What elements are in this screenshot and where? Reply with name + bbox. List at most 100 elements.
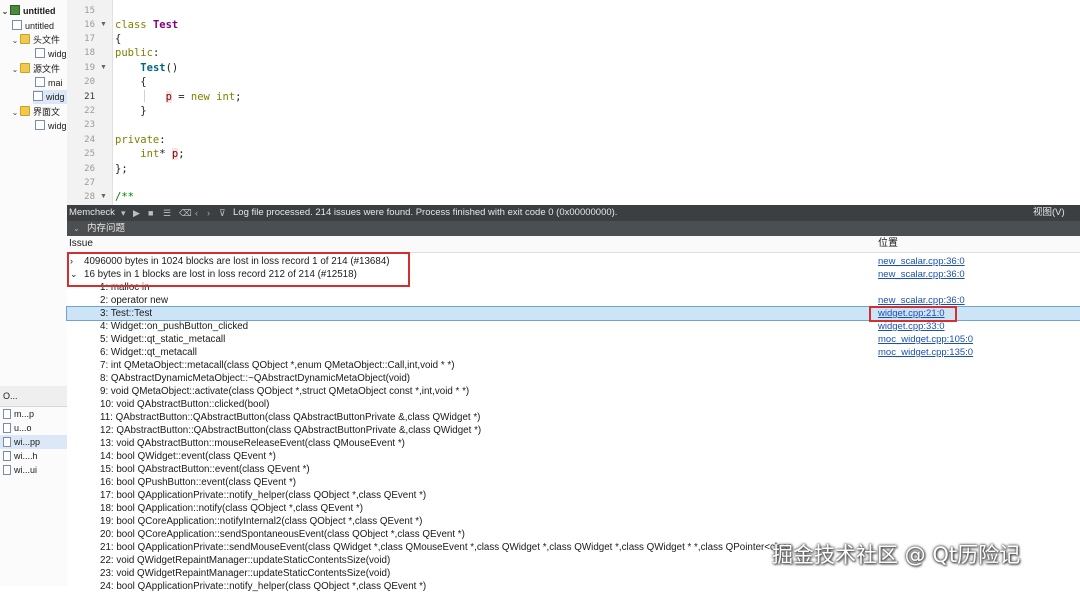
issue-record[interactable]: › 4096000 bytes in 1024 blocks are lost …	[67, 255, 1080, 268]
frame-text: 15: bool QAbstractButton::event(class QE…	[100, 464, 310, 475]
stack-frame-row[interactable]: 12: QAbstractButton::QAbstractButton(cla…	[67, 424, 1080, 437]
code-line: Test()	[140, 62, 179, 74]
column-location[interactable]: 位置	[878, 236, 898, 252]
frame-location-link[interactable]: moc_widget.cpp:105:0	[878, 333, 973, 346]
file-icon	[3, 451, 11, 461]
folder-icon	[20, 34, 30, 44]
tool-selector[interactable]: Memcheck	[69, 205, 115, 221]
previous-icon[interactable]: ‹	[195, 205, 198, 221]
tree-source-main[interactable]: mai	[35, 76, 63, 90]
folder-icon	[20, 106, 30, 116]
stack-frame-row[interactable]: 3: Test::Test widget.cpp:21:0	[66, 306, 1080, 321]
stack-frame-row[interactable]: 9: void QMetaObject::activate(class QObj…	[67, 385, 1080, 398]
stack-frame-row[interactable]: 2: operator new new_scalar.cpp:36:0	[67, 294, 1080, 307]
frame-text: 10: void QAbstractButton::clicked(bool)	[100, 399, 270, 410]
stack-frame-row[interactable]: 17: bool QApplicationPrivate::notify_hel…	[67, 489, 1080, 502]
code-line: };	[115, 163, 128, 175]
fold-marker-icon[interactable]: ▼	[100, 61, 107, 75]
frame-text: 14: bool QWidget::event(class QEvent *)	[100, 451, 276, 462]
doc-label: wi...ui	[14, 465, 38, 475]
frame-text: 16: bool QPushButton::event(class QEvent…	[100, 477, 297, 488]
line-number: 25	[84, 149, 95, 159]
chevron-right-icon[interactable]: ›	[70, 255, 73, 268]
open-doc-item[interactable]: m...p	[0, 407, 67, 421]
code-line: /**	[115, 191, 134, 203]
project-icon	[10, 5, 20, 15]
fold-marker-icon[interactable]: ▼	[100, 190, 107, 204]
frame-text: 1: malloc in	[100, 282, 150, 293]
tab-memory-issues[interactable]: 内存问题	[87, 221, 125, 236]
folder-icon	[20, 63, 30, 73]
open-doc-item[interactable]: wi...pp	[0, 435, 67, 449]
stack-frame-row[interactable]: 10: void QAbstractButton::clicked(bool)	[67, 398, 1080, 411]
stack-frame-row[interactable]: 18: bool QApplication::notify(class QObj…	[67, 502, 1080, 515]
stack-frame-row[interactable]: 5: Widget::qt_static_metacall moc_widget.…	[67, 333, 1080, 346]
list-icon[interactable]: ☰	[163, 205, 171, 221]
frame-text: 6: Widget::qt_metacall	[100, 347, 197, 358]
tree-header-file[interactable]: widg	[35, 47, 67, 61]
line-number: 19	[84, 63, 95, 73]
stack-frame-row[interactable]: 1: malloc in	[67, 281, 1080, 294]
frame-location-link[interactable]: widget.cpp:33:0	[878, 320, 945, 333]
chevron-down-icon[interactable]: ⌄	[10, 34, 20, 48]
frame-text: 3: Test::Test	[100, 308, 153, 319]
tree-forms-folder[interactable]: ⌄ 界面文	[10, 105, 60, 119]
stack-frame-row[interactable]: 24: bool QApplicationPrivate::notify_hel…	[67, 580, 1080, 593]
code-editor[interactable]: class Test { public: Test() { p = new in…	[113, 0, 1080, 205]
stack-frame-row[interactable]: 8: QAbstractDynamicMetaObject::~QAbstrac…	[67, 372, 1080, 385]
issues-column-header: Issue 位置	[67, 236, 1080, 253]
tree-label: mai	[48, 78, 63, 88]
stop-icon[interactable]: ■	[148, 205, 153, 221]
clear-icon[interactable]: ⌫	[179, 205, 192, 221]
chevron-down-icon[interactable]: ⌄	[70, 268, 78, 281]
stack-frame-row[interactable]: 6: Widget::qt_metacall moc_widget.cpp:135…	[67, 346, 1080, 359]
column-issue[interactable]: Issue	[69, 236, 93, 252]
next-icon[interactable]: ›	[207, 205, 210, 221]
start-icon[interactable]: ▶	[133, 205, 140, 221]
view-menu[interactable]: 视图(V)	[1033, 205, 1065, 221]
issue-text: 4096000 bytes in 1024 blocks are lost in…	[84, 256, 390, 267]
open-doc-item[interactable]: wi....h	[0, 449, 67, 463]
stack-frame-row[interactable]: 19: bool QCoreApplication::notifyInterna…	[67, 515, 1080, 528]
tree-source-widget[interactable]: widg	[33, 90, 67, 104]
tree-form-file[interactable]: widg	[35, 119, 67, 133]
stack-frame-row[interactable]: 7: int QMetaObject::metacall(class QObje…	[67, 359, 1080, 372]
tree-sources-folder[interactable]: ⌄ 源文件	[10, 62, 60, 76]
chevron-down-icon[interactable]: ⌄	[0, 5, 10, 19]
chevron-down-icon[interactable]: ⌄	[73, 221, 80, 236]
tree-project[interactable]: ⌄ untitled	[0, 4, 56, 18]
file-icon	[3, 409, 11, 419]
frame-location-link[interactable]: new_scalar.cpp:36:0	[878, 294, 965, 307]
frame-text: 8: QAbstractDynamicMetaObject::~QAbstrac…	[100, 373, 411, 384]
line-number: 16	[84, 20, 95, 30]
issue-text: 16 bytes in 1 blocks are lost in loss re…	[84, 269, 357, 280]
stack-frame-row[interactable]: 11: QAbstractButton::QAbstractButton(cla…	[67, 411, 1080, 424]
stack-frame-row[interactable]: 14: bool QWidget::event(class QEvent *)	[67, 450, 1080, 463]
fold-marker-icon[interactable]: ▼	[100, 18, 107, 32]
issue-location-link[interactable]: new_scalar.cpp:36:0	[878, 255, 965, 268]
code-line: {	[115, 33, 122, 45]
chevron-down-icon[interactable]: ⌄	[10, 63, 20, 77]
line-number: 26	[84, 164, 95, 174]
stack-frame-row[interactable]: 13: void QAbstractButton::mouseReleaseEv…	[67, 437, 1080, 450]
stack-frame-row[interactable]: 15: bool QAbstractButton::event(class QE…	[67, 463, 1080, 476]
stack-frame-row[interactable]: 16: bool QPushButton::event(class QEvent…	[67, 476, 1080, 489]
chevron-down-icon[interactable]: ▾	[121, 205, 126, 221]
frame-location-link[interactable]: moc_widget.cpp:135:0	[878, 346, 973, 359]
filter-icon[interactable]: ⊽	[219, 205, 226, 221]
file-icon	[3, 423, 11, 433]
open-documents-header[interactable]: O...	[0, 386, 67, 407]
tree-headers-folder[interactable]: ⌄ 头文件	[10, 33, 60, 47]
issue-record[interactable]: ⌄ 16 bytes in 1 blocks are lost in loss …	[67, 268, 1080, 281]
chevron-down-icon[interactable]: ⌄	[10, 106, 20, 120]
tree-pro-file[interactable]: untitled	[12, 19, 54, 33]
issue-location-link[interactable]: new_scalar.cpp:36:0	[878, 268, 965, 281]
stack-frame-row[interactable]: 4: Widget::on_pushButton_clicked widget.c…	[67, 320, 1080, 333]
memcheck-subtab-bar: ⌄ 内存问题	[67, 221, 1080, 236]
frame-location-link[interactable]: widget.cpp:21:0	[878, 307, 945, 320]
doc-label: wi...pp	[14, 437, 41, 447]
open-documents-panel: O... m...p u...o wi...pp wi....h wi...ui	[0, 380, 68, 586]
frame-text: 4: Widget::on_pushButton_clicked	[100, 321, 249, 332]
open-doc-item[interactable]: u...o	[0, 421, 67, 435]
open-doc-item[interactable]: wi...ui	[0, 463, 67, 477]
